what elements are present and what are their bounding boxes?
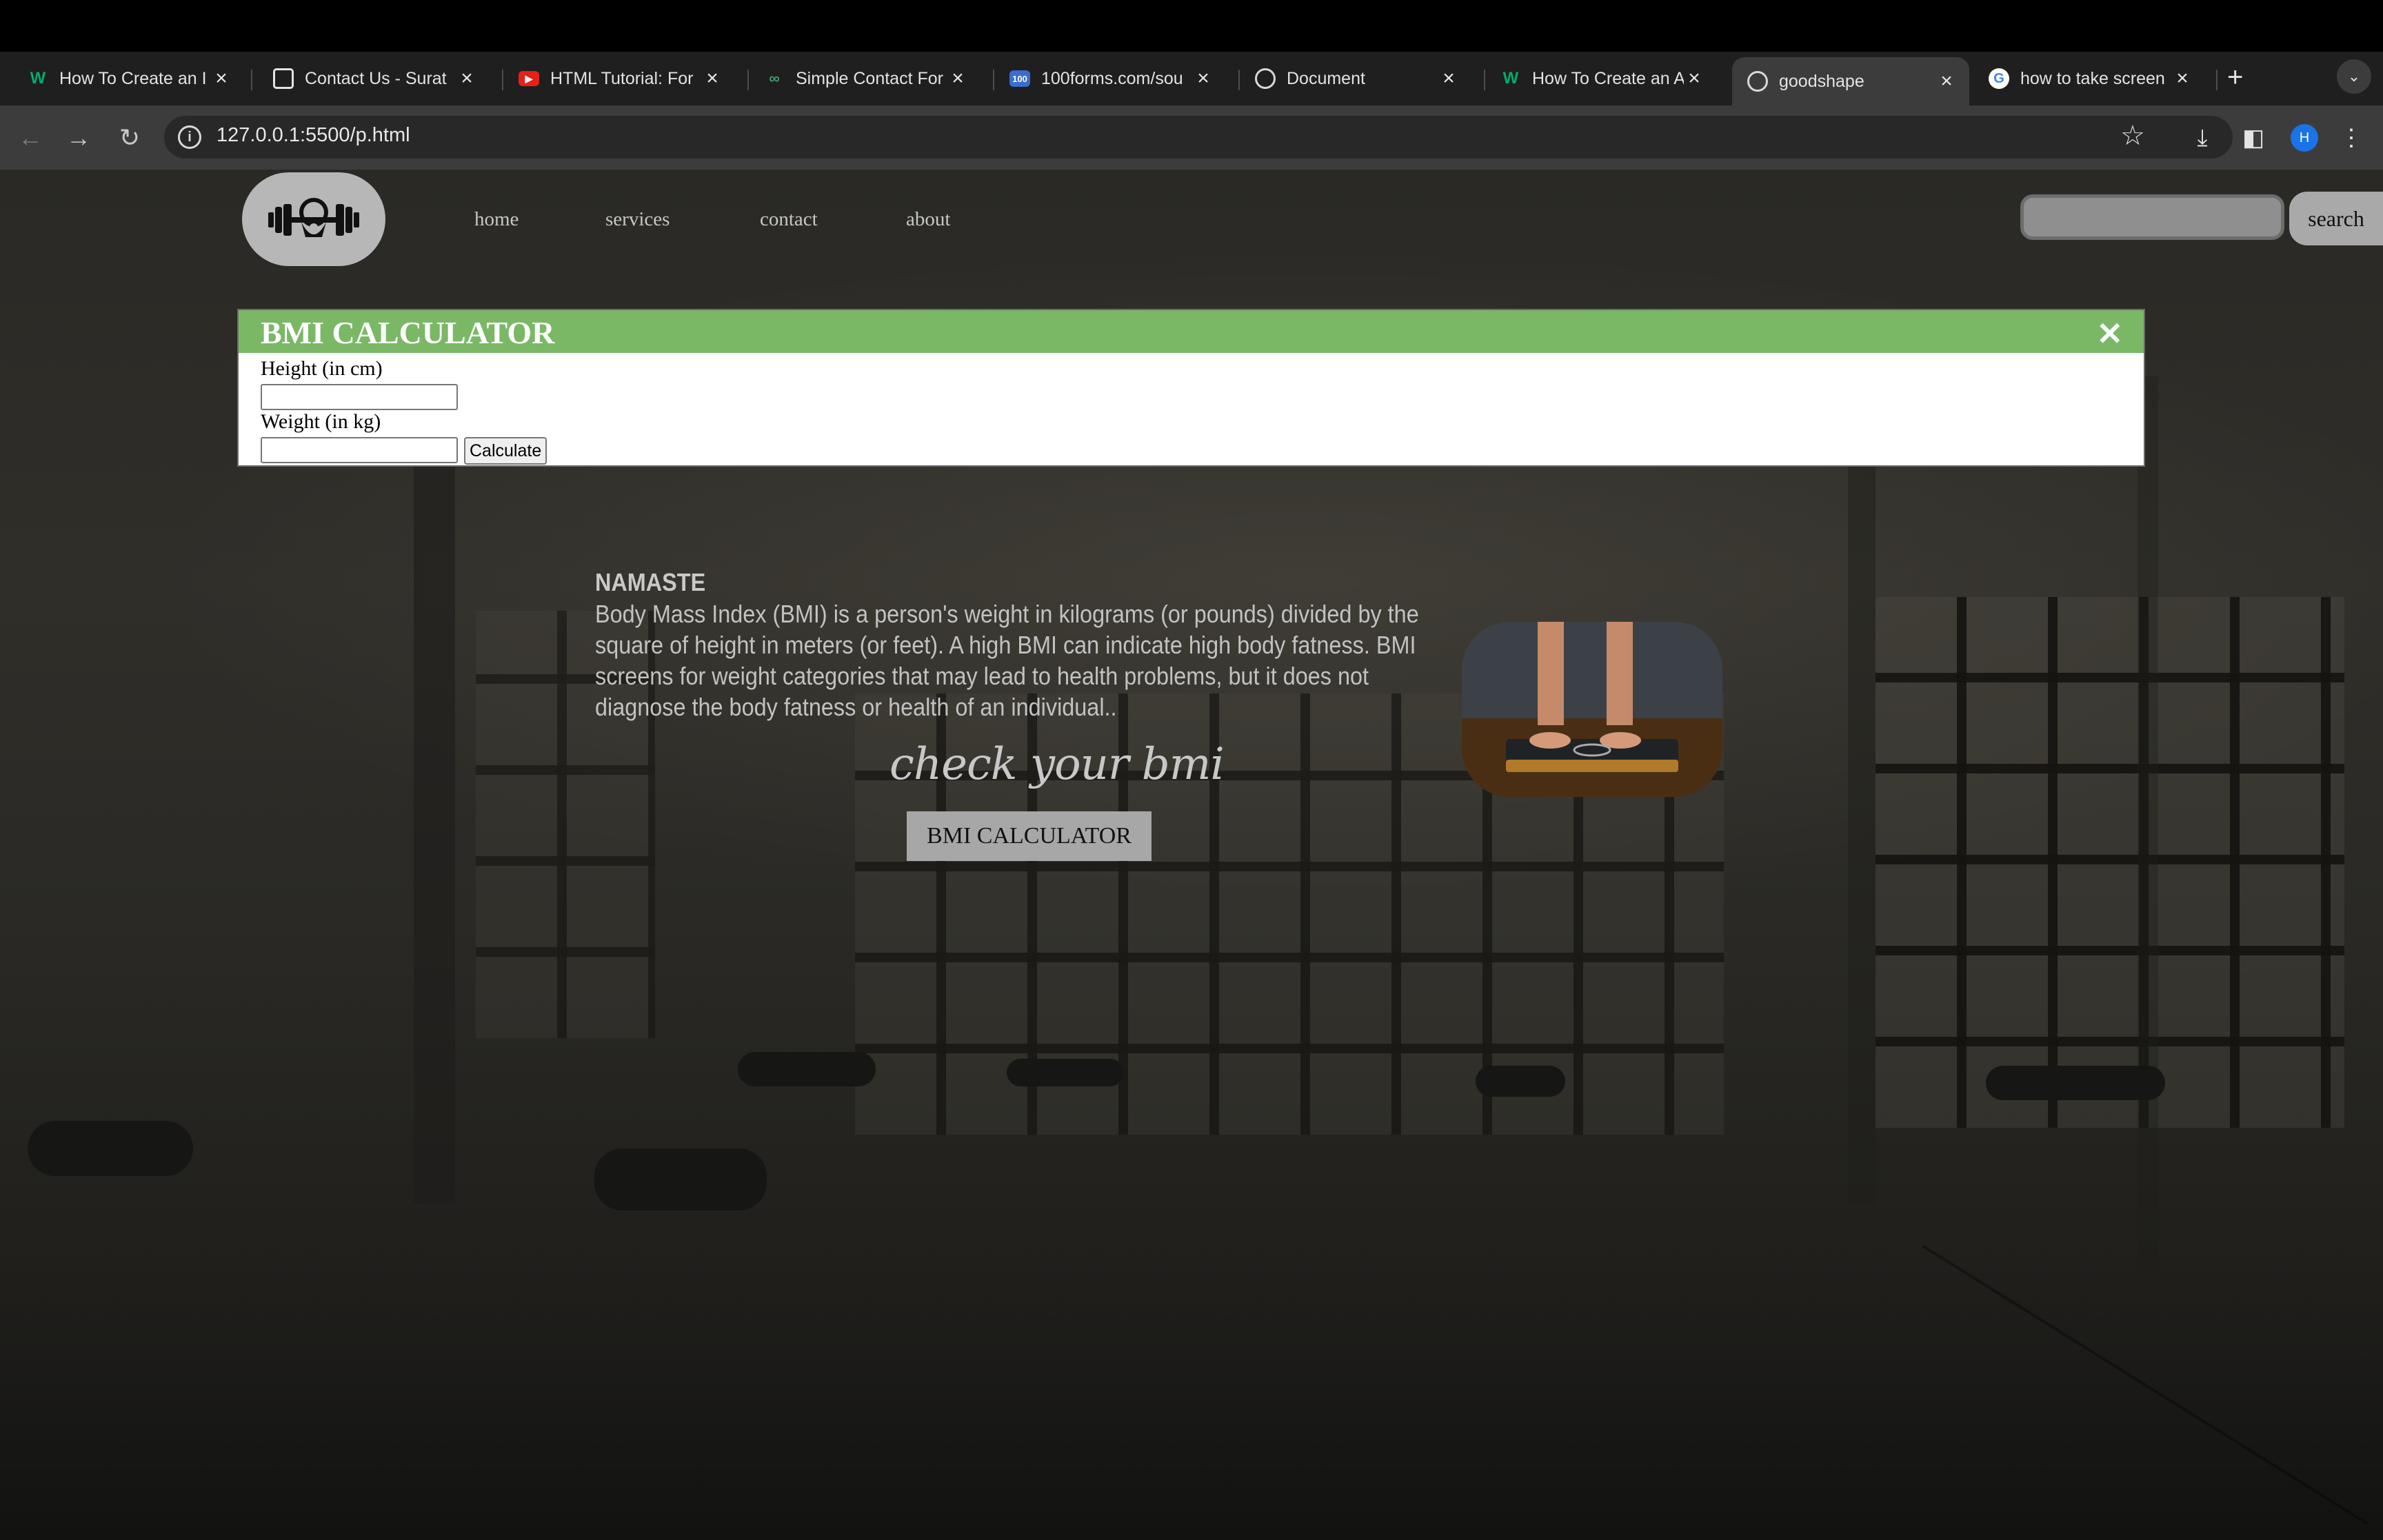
tab-0[interactable]: W How To Create an I × — [12, 57, 244, 100]
globe-icon — [1747, 71, 1768, 92]
side-panel-icon[interactable]: ◧ — [2237, 121, 2270, 154]
search-button[interactable]: search — [2289, 192, 2383, 245]
codepen-icon: ∞ — [769, 70, 780, 87]
google-icon: G — [1989, 68, 2009, 89]
page-viewport: home services contact about search BMI C… — [0, 170, 2383, 1540]
forward-arrow-icon[interactable]: → — [62, 121, 95, 154]
close-icon[interactable]: × — [1684, 67, 1705, 90]
bmi-popup-title: BMI CALCULATOR — [261, 315, 555, 350]
nav-services[interactable]: services — [605, 208, 670, 231]
tab-1[interactable]: Contact Us - Surat × — [258, 57, 490, 100]
tab-5[interactable]: Document × — [1240, 57, 1471, 100]
url-text[interactable]: 127.0.0.1:5500/p.html — [217, 124, 410, 147]
nav-contact[interactable]: contact — [760, 208, 818, 231]
close-icon[interactable]: ✕ — [2096, 318, 2123, 349]
back-arrow-icon[interactable]: ← — [14, 121, 47, 154]
nav-home[interactable]: home — [474, 208, 519, 231]
100forms-icon: 100 — [1009, 70, 1030, 87]
tab-6[interactable]: W How To Create an A × — [1485, 57, 1717, 100]
tab-4[interactable]: 100 100forms.com/sou × — [994, 57, 1226, 100]
close-icon[interactable]: × — [456, 67, 477, 90]
bmi-popup: BMI CALCULATOR ✕ Height (in cm) Weight (… — [237, 309, 2145, 467]
download-icon[interactable]: ⤓ — [2186, 121, 2219, 154]
address-bar[interactable] — [164, 116, 2233, 159]
section-heading: NAMASTE — [595, 568, 706, 596]
site-icon — [273, 68, 294, 89]
tab-7-active[interactable]: goodshape × — [1732, 57, 1969, 105]
height-label: Height (in cm) — [261, 357, 383, 380]
weight-label: Weight (in kg) — [261, 410, 381, 433]
height-input[interactable] — [261, 384, 458, 410]
nav-about[interactable]: about — [906, 208, 950, 231]
close-icon[interactable]: × — [947, 67, 968, 90]
weight-input[interactable] — [261, 437, 458, 463]
site-logo[interactable] — [242, 172, 385, 266]
close-icon[interactable]: × — [1193, 67, 1214, 90]
tab-3[interactable]: ∞ Simple Contact For × — [749, 57, 981, 100]
bmi-calculator-button[interactable]: BMI CALCULATOR — [907, 811, 1152, 861]
chevron-down-icon[interactable]: ⌄ — [2337, 59, 2371, 94]
tab-8[interactable]: G how to take screen × — [1973, 57, 2205, 100]
close-icon[interactable]: × — [2172, 67, 2193, 90]
close-icon[interactable]: × — [1936, 70, 1957, 93]
globe-icon — [1255, 68, 1276, 89]
reload-icon[interactable]: ↻ — [113, 121, 146, 154]
profile-avatar[interactable]: H — [2291, 124, 2318, 152]
calculate-button[interactable]: Calculate — [464, 437, 547, 465]
window-top-bar — [0, 0, 2383, 52]
bmi-popup-header: BMI CALCULATOR ✕ — [239, 310, 2144, 353]
bmi-description: Body Mass Index (BMI) is a person's weig… — [595, 600, 1419, 721]
search-input[interactable] — [2020, 194, 2284, 240]
bookmark-star-icon[interactable]: ☆ — [2120, 120, 2145, 152]
background-window — [1876, 597, 2344, 1128]
dumbbell-logo-icon — [268, 198, 359, 237]
w3schools-icon: W — [1502, 69, 1519, 88]
site-info-icon[interactable]: i — [178, 125, 201, 149]
scale-feet-image — [1462, 622, 1722, 797]
close-icon[interactable]: × — [211, 67, 232, 90]
close-icon[interactable]: × — [702, 67, 723, 90]
w3schools-icon: W — [30, 69, 46, 88]
menu-kebab-icon[interactable]: ⋮ — [2335, 121, 2368, 154]
close-icon[interactable]: × — [1438, 67, 1459, 90]
tab-2[interactable]: ▶ HTML Tutorial: For × — [503, 57, 735, 100]
youtube-icon: ▶ — [519, 71, 539, 86]
tab-strip: W How To Create an I × Contact Us - Sura… — [0, 52, 2383, 105]
bathroom-scale-photo — [1462, 622, 1722, 797]
check-your-bmi-text: check your bmi — [889, 739, 1225, 790]
new-tab-icon[interactable]: + — [2227, 61, 2243, 94]
